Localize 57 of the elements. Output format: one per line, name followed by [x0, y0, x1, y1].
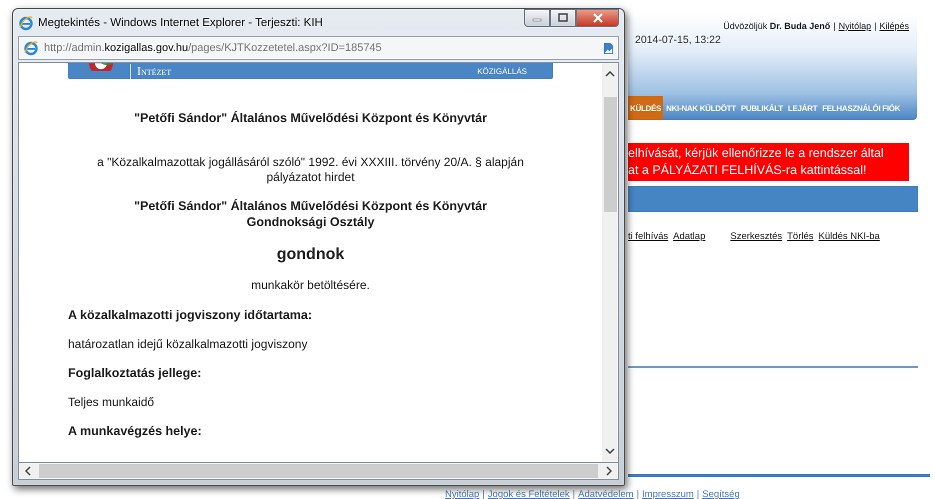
footer-link[interactable]: Adatvédelem — [578, 489, 634, 499]
nav-tab[interactable]: KÜLDÉS — [628, 96, 664, 120]
horizontal-scrollbar[interactable] — [18, 463, 619, 480]
separator: | — [696, 489, 700, 499]
url-text: http://admin.kozigallas.gov.hu/pages/KJTKozzetetel.aspx?ID=185745 — [44, 42, 382, 54]
action-link[interactable]: Törlés — [787, 231, 814, 242]
nav-tab[interactable]: NKI-NAK KÜLDÖTT — [664, 96, 738, 120]
footer-link[interactable]: Nyitólap — [445, 489, 480, 499]
minimize-button[interactable] — [524, 9, 550, 27]
section-heading: A közalkalmazotti jogviszony időtartama: — [68, 308, 314, 322]
section-heading: Foglalkoztatás jellege: — [68, 366, 202, 380]
banner-text: Intézet — [130, 64, 172, 78]
separator: | — [572, 489, 576, 499]
document-text: a "Közalkalmazottak jogállásáról szóló" 1992. évi XXXIII. törvény 20/A. § alapján pályázatot hirdet — [96, 155, 525, 185]
maximize-icon — [557, 13, 569, 23]
header-link[interactable]: Nyitólap — [838, 21, 872, 31]
document-heading: "Petőfi Sándor" Általános Művelődési Központ és Könyvtár Gondnoksági Osztály — [133, 198, 488, 230]
close-button[interactable] — [576, 9, 619, 27]
separator: | — [874, 21, 876, 31]
header-link[interactable]: Kilépés — [879, 21, 909, 31]
scroll-up-icon — [605, 71, 615, 77]
footer-link[interactable]: Impresszum — [642, 489, 694, 499]
welcome-text: Üdvözöljük Dr. Buda Jenő — [723, 21, 830, 31]
document-text: munkakör betöltésére. — [250, 278, 371, 293]
nav-tab[interactable]: LEJÁRT — [786, 96, 820, 120]
section-heading: A munkavégzés helye: — [68, 424, 203, 438]
nav-tab[interactable]: FELHASZNÁLÓI FIÓK — [820, 96, 902, 120]
action-link[interactable]: Szerkesztés — [730, 231, 782, 242]
banner-text: KÖZIGÁLLÁS — [477, 66, 527, 76]
scroll-right-icon — [606, 466, 612, 476]
document-heading: "Petőfi Sándor" Általános Művelődési Központ és Könyvtár — [133, 111, 488, 125]
maximize-button[interactable] — [550, 9, 576, 27]
footer-link[interactable]: Jogok és Feltételek — [488, 489, 570, 499]
section-text: Teljes munkaidő — [68, 395, 156, 409]
action-link[interactable]: ti felhívás — [628, 231, 668, 242]
scroll-left-icon — [25, 466, 31, 476]
section-text: határozatlan idejű közalkalmazotti jogviszony — [68, 337, 308, 351]
action-link[interactable]: Adatlap — [673, 231, 706, 242]
scroll-down-icon — [605, 448, 615, 454]
address-field[interactable]: http://admin.kozigallas.gov.hu/pages/KJTKozzetetel.aspx?ID=185745 — [18, 36, 619, 60]
separator: | — [482, 489, 485, 499]
footer-link[interactable]: Segítség — [702, 489, 740, 499]
separator: | — [833, 21, 836, 31]
action-link[interactable]: Küldés NKI-ba — [818, 231, 880, 242]
vertical-scrollbar[interactable] — [602, 63, 618, 462]
page-icon — [603, 42, 614, 54]
nav-tab[interactable]: PUBLIKÁLT — [738, 96, 785, 120]
alert-text: elhívását, kérjük ellenőrizze le a rendszer által — [628, 145, 885, 162]
datetime-text: 2014-07-15, 13:22 — [635, 34, 721, 46]
browser-icon — [18, 14, 34, 30]
close-icon — [592, 13, 604, 23]
window-title: Megtekintés - Windows Internet Explorer - Terjeszti: KIH — [38, 16, 323, 28]
scroll-thumb[interactable] — [604, 97, 617, 212]
separator: | — [636, 489, 640, 499]
alert-text: at a PÁLYÁZATI FELHÍVÁS-ra kattintással! — [628, 162, 868, 179]
browser-icon — [23, 40, 39, 56]
job-title: gondnok — [276, 246, 346, 264]
